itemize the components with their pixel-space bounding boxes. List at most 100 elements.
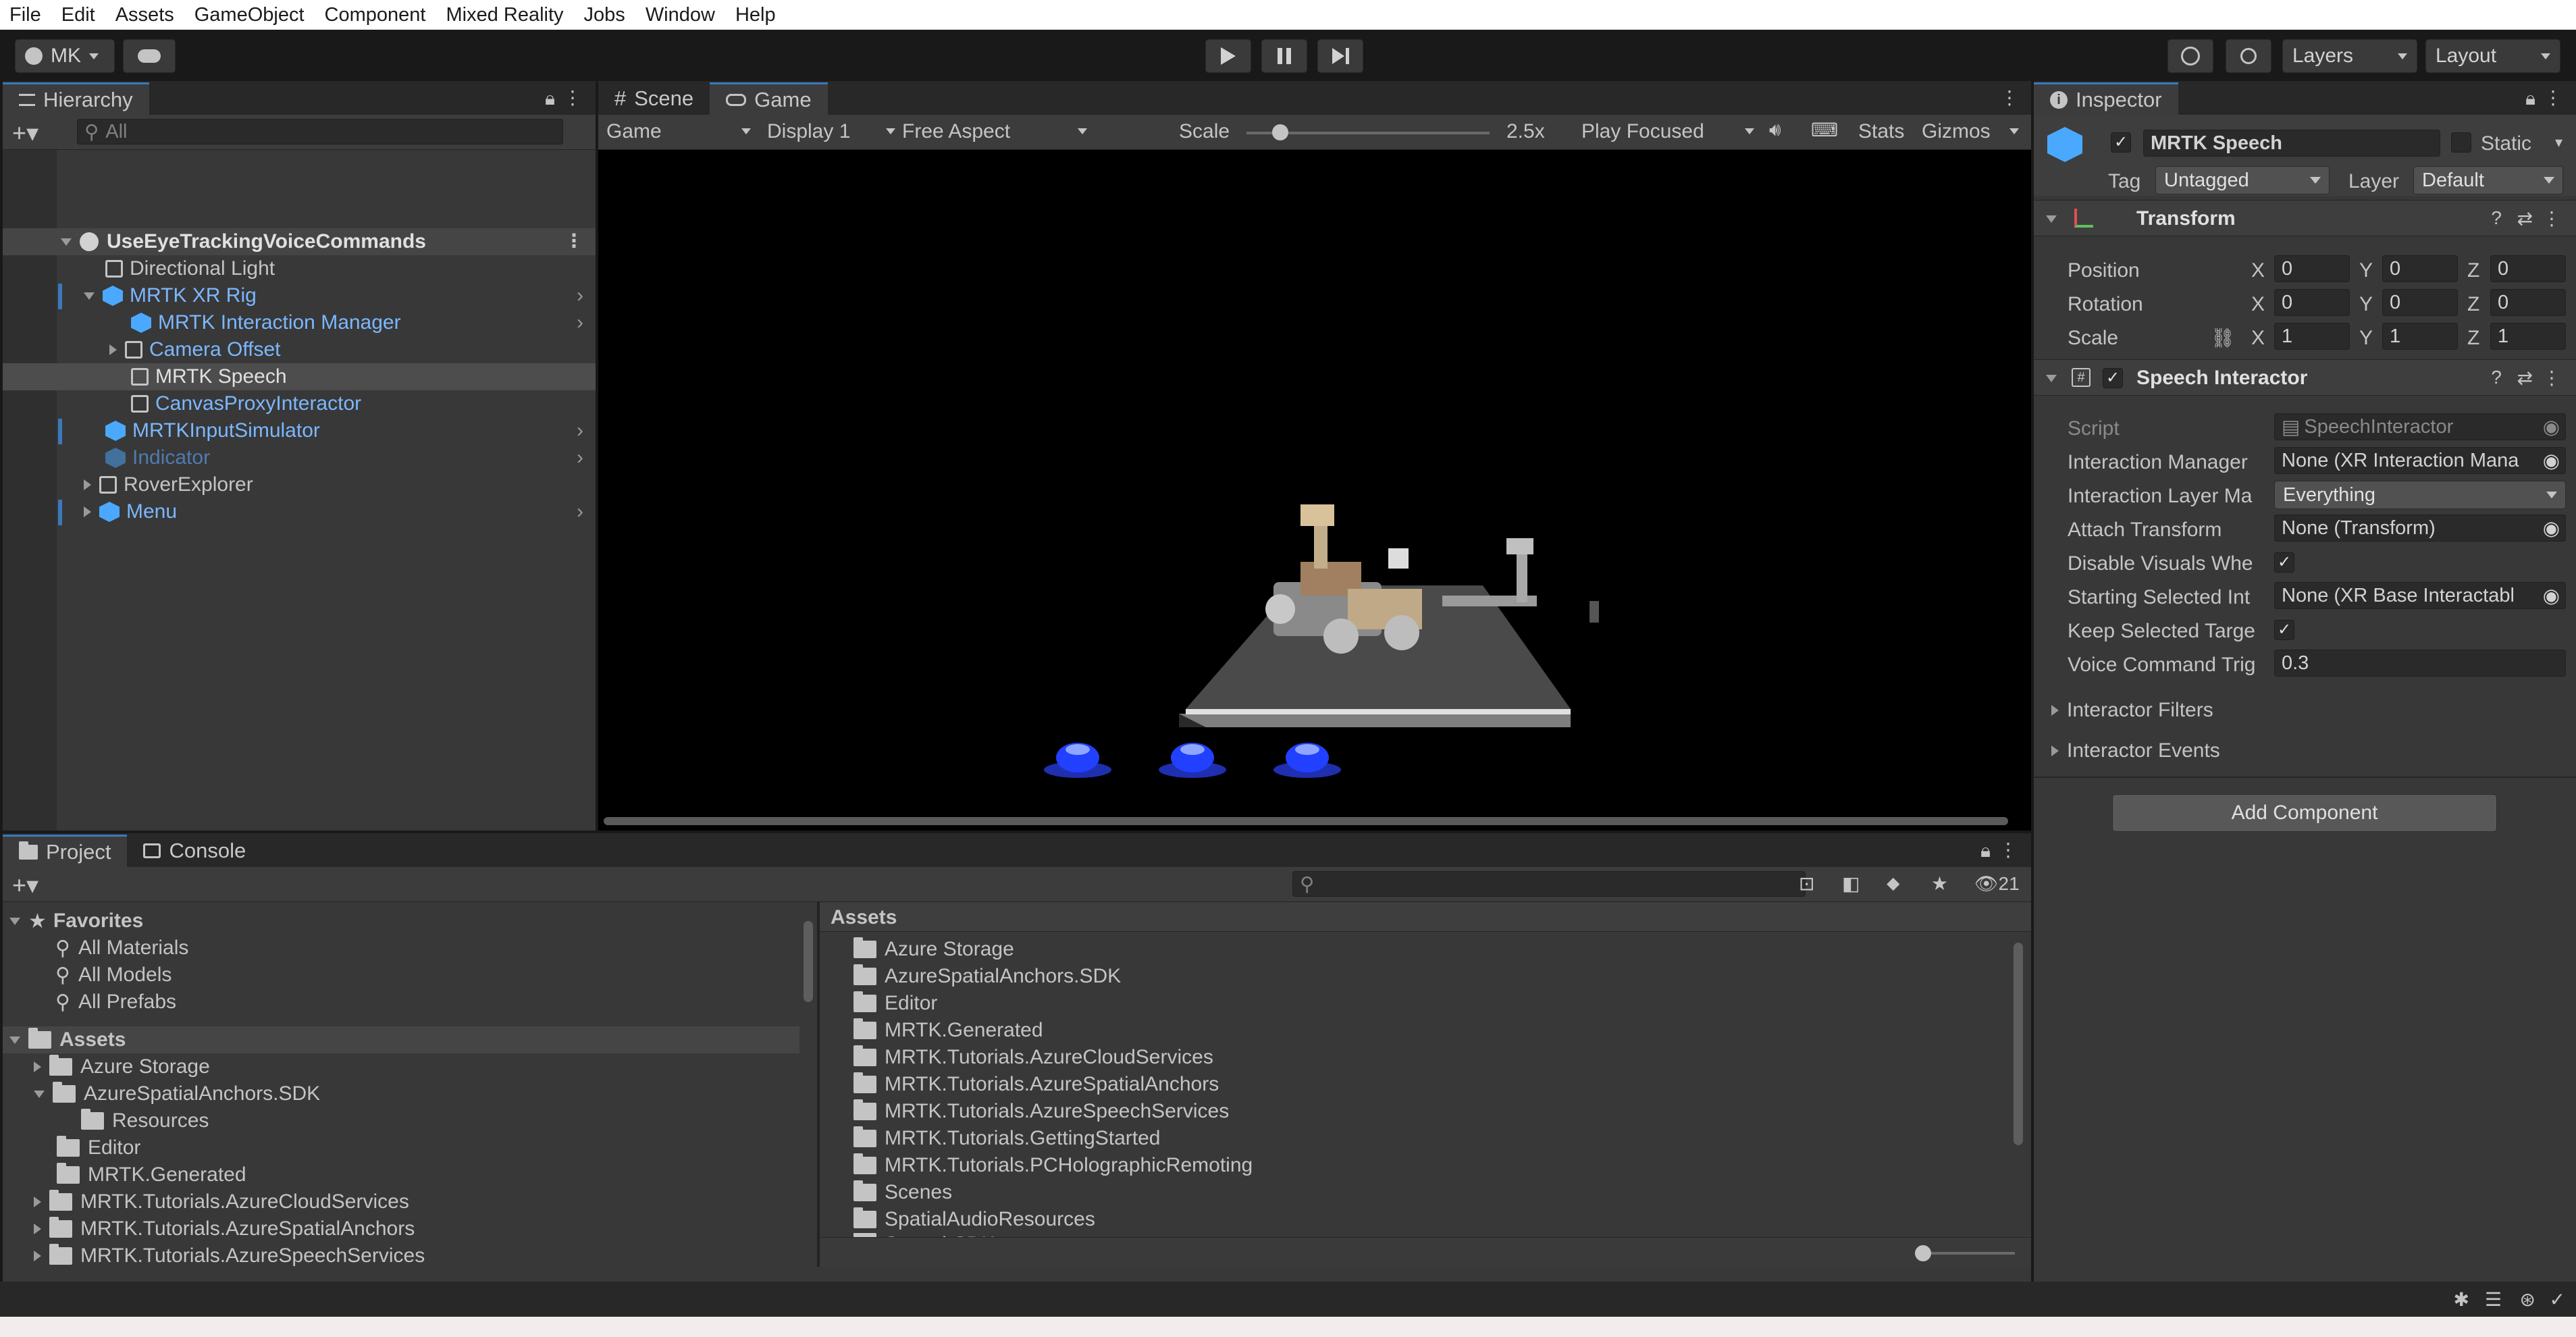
- interaction-layer-dropdown[interactable]: Everything: [2274, 481, 2566, 509]
- tree-folder[interactable]: MRTK.Tutorials.AzureSpatialAnchors: [34, 1215, 415, 1242]
- voice-command-trigger-field[interactable]: 0.3: [2274, 650, 2566, 677]
- rotation-x-field[interactable]: 0: [2274, 289, 2350, 316]
- menu-jobs[interactable]: Jobs: [584, 4, 625, 26]
- game-mode-dropdown[interactable]: Game: [606, 120, 755, 143]
- asset-folder[interactable]: MRTK.Generated: [853, 1017, 1043, 1044]
- cache-icon[interactable]: ☰: [2485, 1288, 2502, 1311]
- preset-icon[interactable]: ⇄: [2517, 207, 2533, 230]
- layers-dropdown[interactable]: Layers: [2282, 39, 2417, 73]
- more-options-icon[interactable]: ⋮: [2542, 367, 2561, 389]
- menu-window[interactable]: Window: [646, 4, 715, 26]
- asset-folder[interactable]: MRTK.Tutorials.PCHolographicRemoting: [853, 1152, 1253, 1179]
- expand-arrow-icon[interactable]: [84, 506, 91, 517]
- lock-icon[interactable]: 🔒︎: [1980, 840, 1991, 862]
- chevron-right-icon[interactable]: ›: [577, 311, 583, 334]
- network-icon[interactable]: ⊛: [2520, 1288, 2535, 1311]
- object-picker-icon[interactable]: ◉: [2542, 448, 2560, 473]
- display-dropdown[interactable]: Display 1: [767, 120, 899, 143]
- position-z-field[interactable]: 0: [2490, 255, 2566, 282]
- hierarchy-item-selected[interactable]: MRTK Speech: [3, 363, 596, 390]
- position-x-field[interactable]: 0: [2274, 255, 2350, 282]
- rotation-z-field[interactable]: 0: [2490, 289, 2566, 316]
- hierarchy-item-disabled[interactable]: Indicator ›: [105, 444, 583, 471]
- tree-folder[interactable]: AzureSpatialAnchors.SDK: [34, 1080, 320, 1107]
- object-picker-icon[interactable]: ◉: [2543, 517, 2560, 540]
- tab-console[interactable]: Console: [127, 835, 262, 867]
- more-options-icon[interactable]: ⋮: [564, 230, 583, 252]
- menu-edit[interactable]: Edit: [61, 4, 95, 26]
- menu-assets[interactable]: Assets: [115, 4, 174, 26]
- chevron-right-icon[interactable]: ›: [577, 446, 583, 469]
- tree-folder[interactable]: Azure Storage: [34, 1053, 210, 1080]
- layout-dropdown[interactable]: Layout: [2425, 39, 2560, 73]
- asset-list-scrollbar[interactable]: [2014, 943, 2023, 1145]
- icon-size-slider-handle[interactable]: [1915, 1245, 1931, 1261]
- add-icon[interactable]: +▾: [12, 119, 38, 147]
- tab-scene[interactable]: # Scene: [598, 82, 710, 115]
- favorite-icon[interactable]: ★: [1931, 872, 1948, 895]
- static-checkbox[interactable]: [2451, 132, 2471, 153]
- tree-scrollbar[interactable]: [804, 921, 813, 1002]
- label-filter-icon[interactable]: ⬥: [1887, 872, 1900, 895]
- tree-folder[interactable]: MRTK.Generated: [57, 1161, 246, 1188]
- project-search-input[interactable]: ⚲: [1292, 871, 1806, 897]
- create-icon[interactable]: +▾: [12, 871, 38, 899]
- asset-folder[interactable]: MRTK.Tutorials.AzureSpeechServices: [853, 1098, 1229, 1125]
- step-button[interactable]: [1317, 39, 1363, 73]
- hierarchy-item[interactable]: RoverExplorer: [84, 471, 253, 498]
- account-dropdown[interactable]: MK: [15, 39, 115, 73]
- history-button[interactable]: [2167, 39, 2213, 73]
- lock-icon[interactable]: 🔒︎: [2525, 88, 2535, 110]
- hidden-packages-icon[interactable]: 👁︎21: [1974, 872, 2020, 895]
- more-options-icon[interactable]: ⋮: [2544, 86, 2562, 109]
- menu-file[interactable]: File: [9, 4, 41, 26]
- expand-arrow-icon[interactable]: [84, 292, 95, 300]
- tab-game[interactable]: Game: [710, 82, 828, 115]
- active-checkbox[interactable]: ✓: [2111, 132, 2131, 153]
- play-mode-dropdown[interactable]: Play Focused: [1581, 120, 1758, 143]
- hierarchy-item[interactable]: MRTK Interaction Manager ›: [131, 309, 583, 336]
- tree-folder[interactable]: MRTK.Tutorials.AzureSpeechServices: [34, 1242, 425, 1267]
- tree-folder[interactable]: Resources: [81, 1107, 209, 1134]
- favorite-item[interactable]: ⚲ All Models: [55, 962, 172, 989]
- hierarchy-item[interactable]: CanvasProxyInteractor: [131, 390, 361, 417]
- component-enabled-checkbox[interactable]: ✓: [2103, 368, 2123, 388]
- preset-icon[interactable]: ⇄: [2517, 367, 2533, 389]
- menu-help[interactable]: Help: [735, 4, 776, 26]
- menu-mixed-reality[interactable]: Mixed Reality: [446, 4, 563, 26]
- layer-dropdown[interactable]: Default: [2413, 166, 2563, 194]
- more-options-icon[interactable]: ⋮: [2542, 207, 2561, 230]
- scale-slider-handle[interactable]: [1272, 124, 1288, 140]
- add-component-button[interactable]: Add Component: [2112, 794, 2497, 832]
- interactor-events-foldout[interactable]: Interactor Events: [2051, 737, 2220, 764]
- asset-folder[interactable]: MRTK.Tutorials.GettingStarted: [853, 1125, 1161, 1152]
- breadcrumb[interactable]: Assets: [831, 906, 897, 929]
- hierarchy-item[interactable]: MRTKInputSimulator ›: [105, 417, 583, 444]
- asset-folder[interactable]: AzureSpatialAnchors.SDK: [853, 963, 1121, 990]
- lock-icon[interactable]: 🔒︎: [545, 88, 555, 110]
- stats-button[interactable]: Stats: [1858, 120, 1904, 143]
- cloud-button[interactable]: [123, 39, 176, 73]
- chevron-down-icon[interactable]: ▾: [2555, 134, 2562, 151]
- chevron-right-icon[interactable]: ›: [577, 500, 583, 523]
- more-options-icon[interactable]: ⋮: [2000, 86, 2019, 109]
- aspect-dropdown[interactable]: Free Aspect: [902, 120, 1091, 143]
- tab-inspector[interactable]: i Inspector: [2034, 82, 2178, 115]
- menu-gameobject[interactable]: GameObject: [194, 4, 305, 26]
- disable-visuals-checkbox[interactable]: ✓: [2274, 552, 2294, 573]
- attach-transform-field[interactable]: None (Transform) ◉: [2274, 515, 2566, 542]
- collapse-arrow-icon[interactable]: [2046, 375, 2057, 382]
- favorites-header[interactable]: ★ Favorites: [9, 908, 143, 935]
- interaction-manager-field[interactable]: None (XR Interaction Mana ◉: [2274, 447, 2566, 474]
- position-y-field[interactable]: 0: [2382, 255, 2458, 282]
- type-filter-icon[interactable]: ◧: [1842, 872, 1860, 895]
- tag-dropdown[interactable]: Untagged: [2155, 166, 2330, 194]
- more-options-icon[interactable]: ⋮: [1999, 839, 2018, 861]
- game-viewport[interactable]: [598, 150, 2031, 825]
- tree-folder[interactable]: Editor: [57, 1134, 140, 1161]
- keyboard-icon[interactable]: ⌨: [1811, 119, 1838, 141]
- chevron-right-icon[interactable]: ›: [577, 284, 583, 307]
- gizmos-dropdown[interactable]: Gizmos: [1922, 120, 2023, 143]
- constrain-proportions-icon[interactable]: ⛓: [2211, 327, 2235, 349]
- asset-folder[interactable]: Scenes: [853, 1179, 952, 1206]
